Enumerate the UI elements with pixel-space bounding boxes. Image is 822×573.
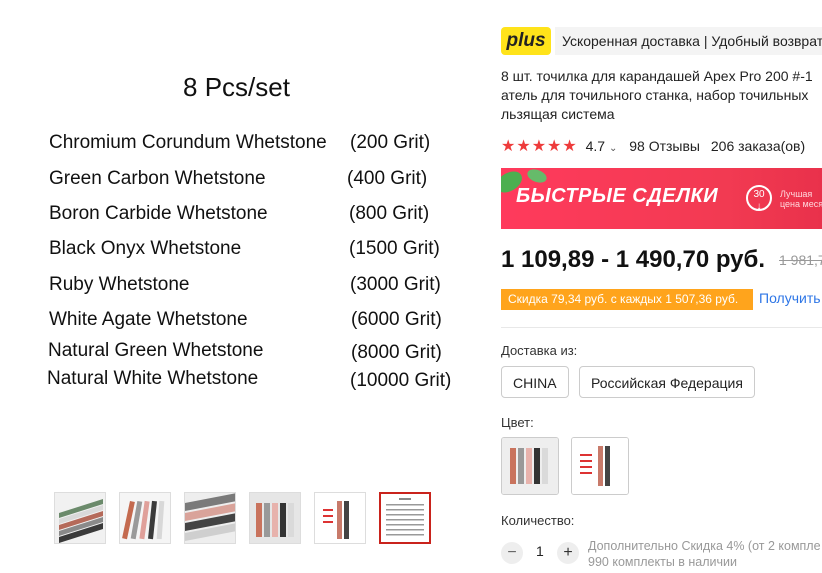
fast-deals-banner[interactable]: БЫСТРЫЕ СДЕЛКИ 30↓ Лучшая цена месяц: [501, 168, 822, 229]
star-icon: ★: [547, 138, 562, 155]
quantity-label: Количество:: [501, 513, 575, 528]
stock-note-line: 990 комплекты в наличии: [588, 555, 738, 569]
product-title-line: льзящая система: [501, 106, 615, 122]
quantity-note: Дополнительно Скидка 4% (от 2 компле 990…: [588, 538, 822, 570]
rating-row: ★★★★★ 4.7 ⌄ 98 Отзывы 206 заказа(ов): [501, 136, 805, 156]
quantity-increase-button[interactable]: +: [557, 542, 579, 564]
whetstone-name: Natural Green Whetstone: [48, 340, 264, 361]
product-title-line: атель для точильного станка, набор точил…: [501, 87, 809, 103]
rating-stars: ★★★★★: [501, 138, 582, 155]
thumbnail-2[interactable]: [119, 492, 171, 544]
quantity-decrease-button[interactable]: −: [501, 542, 523, 564]
whetstone-grit: (1500 Grit): [349, 238, 440, 259]
whetstone-name: Chromium Corundum Whetstone: [49, 132, 327, 153]
star-icon: ★: [501, 138, 516, 155]
deals-banner-text: БЫСТРЫЕ СДЕЛКИ: [516, 185, 719, 207]
whetstone-name: Boron Carbide Whetstone: [49, 203, 268, 224]
divider: [501, 327, 822, 328]
whetstone-grit: (3000 Grit): [350, 274, 441, 295]
whetstone-name: Green Carbon Whetstone: [49, 168, 266, 189]
image-title: 8 Pcs/set: [183, 72, 290, 102]
whetstone-closeup-thumbnail-icon: [185, 493, 235, 543]
star-icon: ★: [562, 138, 577, 155]
main-product-image[interactable]: 8 Pcs/set Chromium Corundum Whetstone (2…: [0, 0, 480, 480]
best-price-caption-line: Лучшая: [780, 189, 813, 199]
quantity-note-line: Дополнительно Скидка 4% (от 2 компле: [588, 539, 821, 553]
whetstone-grit: (10000 Grit): [350, 370, 452, 391]
color-label: Цвет:: [501, 415, 534, 430]
rating-value[interactable]: 4.7: [586, 138, 605, 154]
whetstone-row-thumbnail-icon: [250, 493, 300, 543]
ship-from-russia-button[interactable]: Российская Федерация: [579, 366, 755, 398]
chevron-down-icon[interactable]: ⌄: [609, 143, 617, 154]
reviews-link[interactable]: 98 Отзывы: [629, 138, 700, 154]
ship-from-china-button[interactable]: CHINA: [501, 366, 569, 398]
whetstone-name: Ruby Whetstone: [49, 274, 190, 295]
whetstone-grit: (8000 Grit): [351, 342, 442, 363]
color-swatch-1[interactable]: [501, 437, 559, 495]
orders-count: 206 заказа(ов): [710, 138, 806, 154]
price-range: 1 109,89 - 1 490,70 руб.: [501, 246, 766, 273]
product-title-line: 8 шт. точилка для карандашей Apex Pro 20…: [501, 68, 813, 84]
get-coupon-link[interactable]: Получить: [759, 290, 821, 306]
discount-tag: Скидка 79,34 руб. с каждых 1 507,36 руб.: [501, 289, 753, 310]
thumbnail-6-selected[interactable]: [379, 492, 431, 544]
grit-list-thumbnail-icon: [381, 494, 429, 542]
whetstone-grit: (6000 Grit): [351, 309, 442, 330]
whetstone-grit: (400 Grit): [347, 168, 428, 189]
thumbnail-5[interactable]: [314, 492, 366, 544]
thumbnail-4[interactable]: [249, 492, 301, 544]
star-icon: ★: [516, 138, 531, 155]
whetstone-name: White Agate Whetstone: [49, 309, 248, 330]
best-price-caption: Лучшая цена месяц: [780, 189, 822, 209]
quantity-value[interactable]: 1: [536, 543, 544, 559]
best-price-caption-line: цена месяц: [780, 199, 822, 209]
best-price-badge-number: 30: [753, 189, 765, 200]
whetstone-grit: (800 Grit): [349, 203, 430, 224]
whetstone-pair-thumbnail-icon: [315, 493, 365, 543]
thumbnail-3[interactable]: [184, 492, 236, 544]
star-icon: ★: [531, 138, 547, 155]
delivery-promo-banner[interactable]: Ускоренная доставка | Удобный возврат: [555, 27, 822, 55]
whetstone-name: Natural White Whetstone: [47, 368, 259, 389]
whetstone-set-swatch-icon: [502, 438, 558, 494]
whetstone-fan-thumbnail-icon: [120, 493, 170, 543]
thumbnail-1[interactable]: [54, 492, 106, 544]
product-title: 8 шт. точилка для карандашей Apex Pro 20…: [501, 67, 822, 124]
color-swatch-2[interactable]: [571, 437, 629, 495]
whetstone-set-thumbnail-icon: [55, 493, 105, 543]
whetstone-name: Black Onyx Whetstone: [49, 238, 242, 259]
ship-from-label: Доставка из:: [501, 343, 578, 358]
plus-badge[interactable]: plus: [501, 27, 551, 55]
whetstone-grit: (200 Grit): [350, 132, 431, 153]
old-price: 1 981,7: [779, 252, 822, 268]
best-price-badge-icon: 30 ↓: [746, 185, 772, 212]
whetstone-pair-swatch-icon: [572, 438, 628, 494]
